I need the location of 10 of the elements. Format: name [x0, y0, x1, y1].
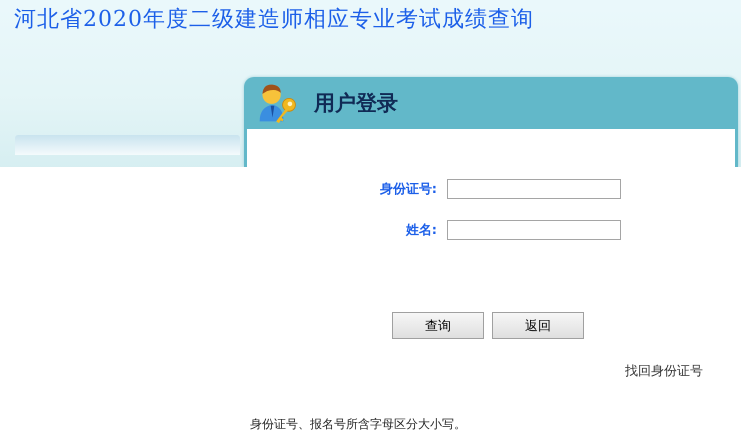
input-field[interactable] [447, 179, 621, 199]
field-label: 身份证号: [378, 181, 437, 198]
input-field[interactable] [447, 220, 621, 240]
case-note: 身份证号、报名号所含字母区分大小写。 [249, 416, 467, 433]
recover-id-link[interactable]: 找回身份证号 [625, 364, 703, 379]
page-title: 河北省2020年度二级建造师相应专业考试成绩查询 [13, 6, 535, 34]
form-button[interactable]: 查询 [392, 312, 484, 339]
field-label: 姓名: [404, 222, 437, 239]
form-button[interactable]: 返回 [492, 312, 584, 339]
panel-title: 用户登录 [314, 90, 398, 117]
